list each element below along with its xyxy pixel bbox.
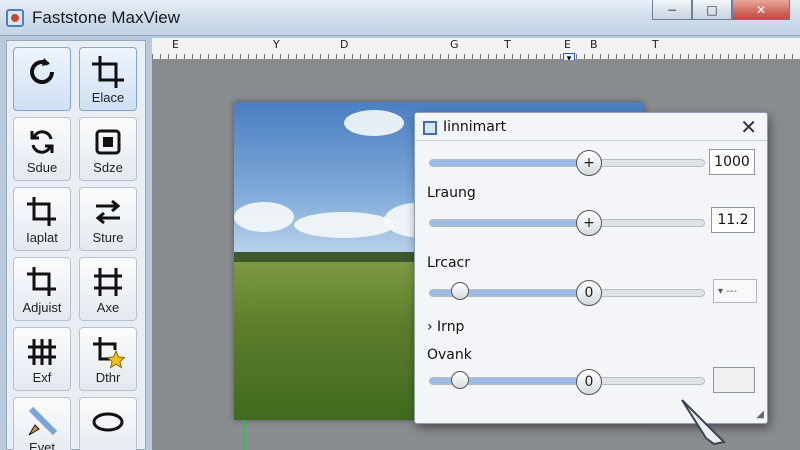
brush-icon xyxy=(22,404,62,440)
stop-square-icon xyxy=(88,124,128,160)
tool-size[interactable]: Sdze xyxy=(79,117,137,181)
slider-3[interactable] xyxy=(429,289,705,297)
levels-icon xyxy=(22,334,62,370)
tool-rotate[interactable] xyxy=(13,47,71,111)
arrows-icon xyxy=(88,194,128,230)
ruler-label: Y xyxy=(273,38,280,51)
tool-label: Dthr xyxy=(95,370,121,385)
dialog-close-icon[interactable]: ✕ xyxy=(740,115,757,139)
guide-line xyxy=(243,420,245,450)
slider-3-knob[interactable]: 0 xyxy=(576,280,602,306)
window-title: Faststone MaxView xyxy=(32,8,181,27)
tool-ellipse[interactable] xyxy=(79,397,137,450)
dialog-title-bar: Iinnimart ✕ xyxy=(415,113,767,141)
ellipse-icon xyxy=(88,404,128,440)
slider-2-label: Lraung xyxy=(427,185,476,201)
star-crop-icon xyxy=(88,334,128,370)
rotate-icon xyxy=(22,54,62,90)
close-button[interactable]: ✕ xyxy=(732,0,790,20)
slider-1-fill xyxy=(430,160,590,166)
dialog-title: Iinnimart xyxy=(443,119,507,135)
slider-3-dropdown[interactable]: ▾ --- xyxy=(713,279,757,303)
tool-exf[interactable]: Exf xyxy=(13,327,71,391)
slider-2-knob[interactable]: + xyxy=(576,210,602,236)
tool-refresh[interactable]: Sdue xyxy=(13,117,71,181)
slider-4-label: Ovank xyxy=(427,347,472,363)
adjust-grid-icon xyxy=(88,264,128,300)
crop-icon xyxy=(88,54,128,90)
tool-label: Sdze xyxy=(93,160,123,175)
mouse-cursor-icon xyxy=(681,399,727,446)
window-controls: − □ ✕ xyxy=(652,0,790,20)
slider-2[interactable] xyxy=(429,219,705,227)
slider-1-knob[interactable]: + xyxy=(576,150,602,176)
slider-4-knob[interactable]: 0 xyxy=(576,369,602,395)
ruler-label: E xyxy=(172,38,179,51)
slider-2-value[interactable]: 11.2 xyxy=(711,207,755,233)
expander-toggle[interactable]: › Irnp xyxy=(427,319,464,335)
slider-1-value[interactable]: 1000 xyxy=(709,149,755,175)
tool-label: Iaplat xyxy=(26,230,58,245)
tool-eyet[interactable]: Eyet xyxy=(13,397,71,450)
adjust-dialog: Iinnimart ✕ + 1000 Lraung + 11.2 Lrcacr … xyxy=(414,112,768,424)
app-window: Faststone MaxView − □ ✕ Elace Sdue Sdze … xyxy=(0,0,800,450)
tool-iaplat[interactable]: Iaplat xyxy=(13,187,71,251)
slider-2-fill xyxy=(430,220,590,226)
slider-1[interactable] xyxy=(429,159,705,167)
tool-label: Adjuist xyxy=(22,300,62,315)
ruler-label: T xyxy=(652,38,659,51)
title-bar: Faststone MaxView − □ ✕ xyxy=(0,0,800,36)
ruler-label: E xyxy=(564,38,571,51)
crop-icon xyxy=(22,264,62,300)
tool-label: Elace xyxy=(91,90,125,105)
minimize-button[interactable]: − xyxy=(652,0,692,20)
tool-axe[interactable]: Axe xyxy=(79,257,137,321)
ruler-label: T xyxy=(504,38,511,51)
tool-dthr[interactable]: Dthr xyxy=(79,327,137,391)
top-ruler: E Y D G T E B T xyxy=(152,38,800,60)
app-icon xyxy=(6,9,24,27)
tool-label: Axe xyxy=(96,300,120,315)
tool-adjust[interactable]: Adjuist xyxy=(13,257,71,321)
slider-3-min-knob[interactable] xyxy=(451,282,469,300)
ruler-label: B xyxy=(590,38,598,51)
maximize-button[interactable]: □ xyxy=(692,0,732,20)
tool-label: Eyet xyxy=(28,440,55,450)
ruler-label: D xyxy=(340,38,349,51)
slider-4[interactable] xyxy=(429,377,705,385)
tool-sture[interactable]: Sture xyxy=(79,187,137,251)
tool-crop[interactable]: Elace xyxy=(79,47,137,111)
crop-icon xyxy=(22,194,62,230)
slider-3-label: Lrcacr xyxy=(427,255,470,271)
tool-label: Exf xyxy=(32,370,52,385)
tool-panel: Elace Sdue Sdze Iaplat Sture Adjuist Axe… xyxy=(6,40,146,450)
slider-4-value-box[interactable] xyxy=(713,367,755,393)
tool-label: Sdue xyxy=(26,160,58,175)
ruler-label: G xyxy=(450,38,459,51)
slider-4-min-knob[interactable] xyxy=(451,371,469,389)
refresh-icon xyxy=(22,124,62,160)
dialog-icon xyxy=(423,121,437,135)
tool-label: Sture xyxy=(92,230,124,245)
resize-grip-icon[interactable]: ◢ xyxy=(756,409,764,420)
